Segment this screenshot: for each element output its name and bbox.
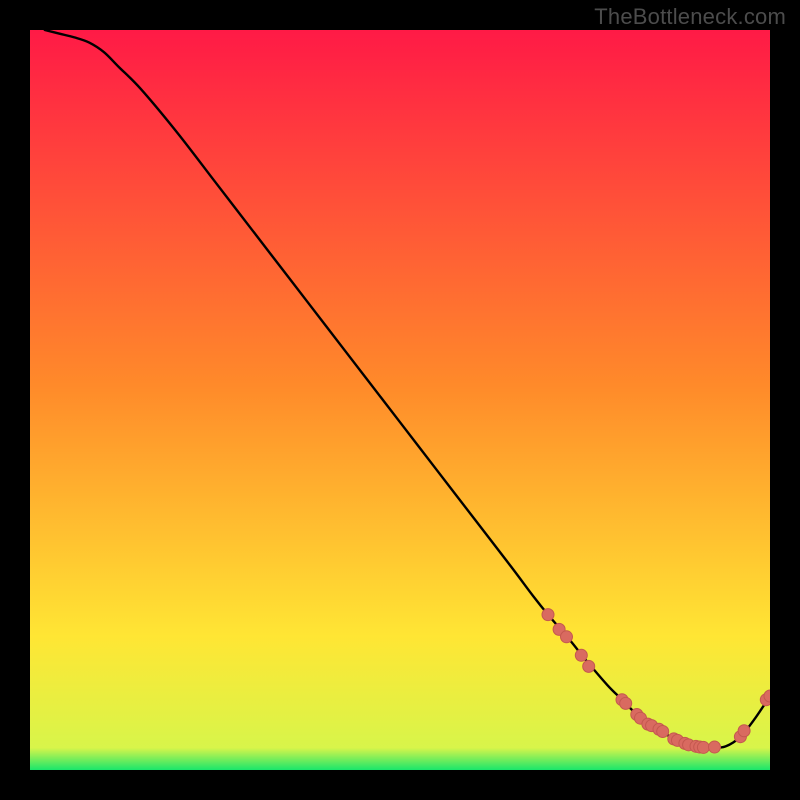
chart-container: { "watermark": "TheBottleneck.com", "col… <box>0 0 800 800</box>
watermark-text: TheBottleneck.com <box>594 4 786 30</box>
bottleneck-chart <box>30 30 770 770</box>
data-marker <box>738 725 750 737</box>
data-marker <box>657 726 669 738</box>
data-marker <box>709 741 721 753</box>
data-marker <box>561 631 573 643</box>
data-marker <box>583 660 595 672</box>
data-marker <box>697 741 709 753</box>
data-marker <box>620 697 632 709</box>
data-marker <box>575 649 587 661</box>
plot-background-gradient <box>30 30 770 770</box>
data-marker <box>542 609 554 621</box>
